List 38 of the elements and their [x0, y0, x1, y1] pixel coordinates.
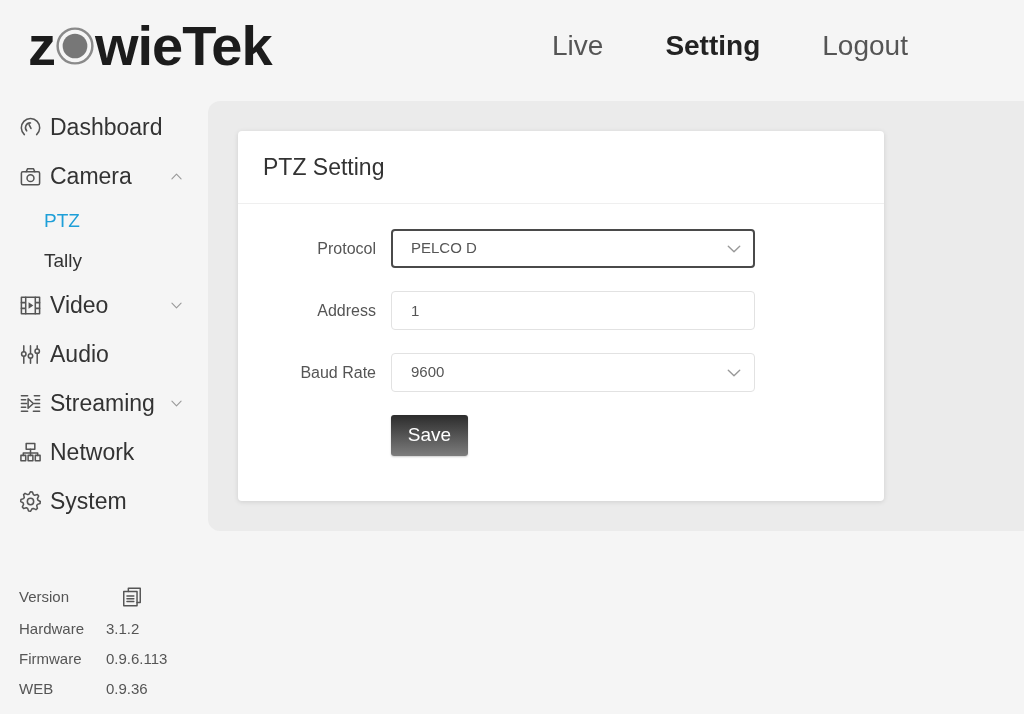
sidebar-item[interactable]: Network: [0, 428, 208, 477]
sidebar-item[interactable]: Streaming: [0, 379, 208, 428]
sidebar-item[interactable]: Dashboard: [0, 103, 208, 152]
dropdown[interactable]: 9600: [391, 353, 755, 392]
sidebar-subitem[interactable]: Tally: [0, 241, 208, 281]
film-play-icon: [19, 294, 42, 317]
version-value: 0.9.36: [106, 678, 148, 699]
stream-play-icon: [19, 392, 42, 415]
ring-logo-icon: [56, 26, 94, 65]
nav-link[interactable]: Live: [552, 28, 604, 63]
nav-link[interactable]: Setting: [665, 28, 761, 63]
field-label: Baud Rate: [299, 362, 377, 383]
chevron-down-icon: [727, 244, 741, 253]
version-label: Hardware: [19, 618, 86, 639]
dropdown[interactable]: PELCO D: [391, 229, 755, 268]
logo-text: z: [28, 17, 55, 74]
version-value: 3.1.2: [106, 618, 140, 639]
version-label: Firmware: [19, 648, 83, 669]
version-value: 0.9.6.113: [106, 648, 168, 669]
nav-link[interactable]: Logout: [822, 28, 908, 63]
logo-text: wieTek: [95, 17, 272, 74]
card-title: PTZ Setting: [263, 152, 385, 182]
gear-icon: [19, 490, 42, 513]
camera-icon: [19, 165, 42, 188]
version-title: Version: [19, 586, 71, 607]
version-label: WEB: [19, 678, 55, 699]
sidebar-item[interactable]: Audio: [0, 330, 208, 379]
field-label: Address: [316, 300, 377, 321]
save-button[interactable]: Save: [391, 415, 468, 456]
text-input[interactable]: 1: [391, 291, 755, 330]
chevron-down-icon: [727, 368, 741, 377]
sidebar-item[interactable]: Video: [0, 281, 208, 330]
field-label: Protocol: [316, 238, 377, 259]
sliders-icon: [19, 343, 42, 366]
sidebar-item[interactable]: Camera: [0, 152, 208, 201]
copy-icon[interactable]: [121, 586, 143, 608]
sidebar-item[interactable]: System: [0, 477, 208, 526]
network-icon: [19, 441, 42, 464]
